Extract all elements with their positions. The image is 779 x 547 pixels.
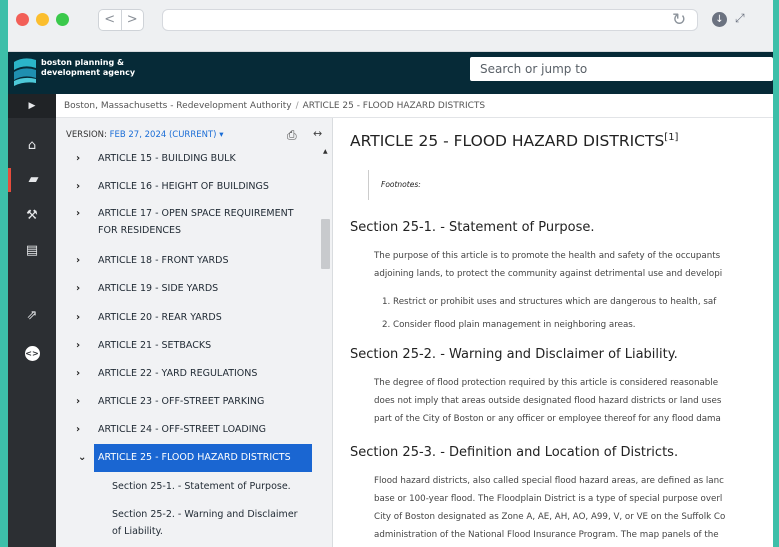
paragraph-line: The degree of flood protection required … <box>374 378 719 388</box>
toc-item[interactable]: › ARTICLE 19 - SIDE YARDS <box>72 280 317 297</box>
history-nav: < > <box>98 9 144 31</box>
print-icon[interactable]: ⎙ <box>287 128 297 143</box>
toc-subitem[interactable]: Section 25-2. - Warning and Disclaimer o… <box>112 506 312 540</box>
reload-icon[interactable]: ↻ <box>672 10 686 30</box>
resize-width-icon[interactable]: ↔ <box>313 127 322 140</box>
breadcrumb-root[interactable]: Boston, Massachusetts - Redevelopment Au… <box>64 101 292 111</box>
footnote-link[interactable]: [1] <box>664 132 678 143</box>
browser-titlebar: < > ↻ ↓ ⤢ <box>8 0 773 52</box>
paragraph-line: adjoining lands, to protect the communit… <box>374 269 723 279</box>
version-label: VERSION: <box>66 130 107 140</box>
breadcrumb: Boston, Massachusetts - Redevelopment Au… <box>56 94 773 118</box>
page-title-text: ARTICLE 25 - FLOOD HAZARD DISTRICTS <box>350 132 665 151</box>
paragraph-line: does not imply that areas outside design… <box>374 396 722 406</box>
toc-item-selected[interactable]: ARTICLE 25 - FLOOD HAZARD DISTRICTS <box>94 444 312 472</box>
chevron-down-icon[interactable]: ⌄ <box>78 444 86 472</box>
chevron-right-icon: › <box>76 283 81 294</box>
agency-name-line1: boston planning & <box>41 58 124 67</box>
toc-item[interactable]: › ARTICLE 21 - SETBACKS <box>72 337 317 354</box>
document-content: ARTICLE 25 - FLOOD HAZARD DISTRICTS[1] F… <box>334 118 773 547</box>
chevron-right-icon: › <box>76 153 81 164</box>
toc-item-label: ARTICLE 22 - YARD REGULATIONS <box>98 368 258 379</box>
table-of-contents: VERSION: FEB 27, 2024 (CURRENT) ▾ ⎙ ↔ ▲ … <box>56 118 333 547</box>
home-icon[interactable]: ⌂ <box>8 134 56 158</box>
toc-item[interactable]: › ARTICLE 24 - OFF-STREET LOADING <box>72 421 317 438</box>
toc-item-label: ARTICLE 21 - SETBACKS <box>98 340 212 351</box>
toc-subitem[interactable]: Section 25-1. - Statement of Purpose. <box>112 478 312 495</box>
version-caret-icon[interactable]: ▾ <box>219 130 223 140</box>
toc-item-label: ARTICLE 16 - HEIGHT OF BUILDINGS <box>98 181 269 192</box>
list-item: 1. Restrict or prohibit uses and structu… <box>382 297 717 307</box>
toc-item-label: ARTICLE 23 - OFF-STREET PARKING <box>98 396 265 407</box>
chevron-right-icon: › <box>76 181 81 192</box>
toc-item[interactable]: › ARTICLE 17 - OPEN SPACE REQUIREMENT FOR … <box>72 205 317 239</box>
paragraph-line: administration of the National Flood Ins… <box>374 530 719 540</box>
paragraph-line: base or 100-year flood. The Floodplain D… <box>374 494 723 504</box>
code-badge-icon[interactable]: <> <box>8 341 56 365</box>
chevron-right-icon: › <box>76 424 81 435</box>
search-input[interactable]: Search or jump to <box>470 57 773 81</box>
chevron-right-icon: › <box>76 312 81 323</box>
document-icon[interactable]: ▤ <box>8 239 56 263</box>
toc-item-label: ARTICLE 18 - FRONT YARDS <box>98 255 229 266</box>
browser-window: < > ↻ ↓ ⤢ boston planning & development … <box>8 0 773 547</box>
section-heading: Section 25-1. - Statement of Purpose. <box>350 220 595 235</box>
toc-item-label-continued: FOR RESIDENCES <box>98 225 182 236</box>
paragraph-line: part of the City of Boston or any office… <box>374 414 721 424</box>
book-icon[interactable]: ▰ <box>8 168 56 192</box>
scroll-up-arrow[interactable]: ▲ <box>323 148 328 155</box>
paragraph-line: City of Boston designated as Zone A, AE,… <box>374 512 726 522</box>
agency-name-line2: development agency <box>41 68 136 77</box>
forward-button[interactable]: > <box>120 10 144 30</box>
toc-scrollbar-thumb[interactable] <box>321 219 330 269</box>
chevron-right-icon: › <box>76 368 81 379</box>
section-heading: Section 25-2. - Warning and Disclaimer o… <box>350 347 678 362</box>
toc-item[interactable]: › ARTICLE 23 - OFF-STREET PARKING <box>72 393 317 410</box>
chevron-right-icon: › <box>76 208 81 219</box>
gavel-icon[interactable]: ⚒ <box>8 204 56 228</box>
version-value[interactable]: FEB 27, 2024 (CURRENT) <box>110 130 217 140</box>
toc-item-label: ARTICLE 15 - BUILDING BULK <box>98 153 236 164</box>
list-item: 2. Consider flood plain management in ne… <box>382 320 636 330</box>
bpda-logo-icon[interactable] <box>12 56 38 86</box>
chevron-right-icon: › <box>76 396 81 407</box>
toc-item[interactable]: › ARTICLE 20 - REAR YARDS <box>72 309 317 326</box>
app-header: boston planning & development agency Sea… <box>8 52 773 94</box>
toc-item[interactable]: › ARTICLE 15 - BUILDING BULK <box>72 150 317 167</box>
toc-item-label: ARTICLE 17 - OPEN SPACE REQUIREMENT <box>98 208 294 219</box>
toc-subitem-label-continued: of Liability. <box>112 526 163 537</box>
back-button[interactable]: < <box>99 10 121 30</box>
section-heading: Section 25-3. - Definition and Location … <box>350 445 679 460</box>
toc-item[interactable]: › ARTICLE 22 - YARD REGULATIONS <box>72 365 317 382</box>
toc-item-label: ARTICLE 19 - SIDE YARDS <box>98 283 219 294</box>
paragraph-line: Flood hazard districts, also called spec… <box>374 476 724 486</box>
toc-item[interactable]: › ARTICLE 18 - FRONT YARDS <box>72 252 317 269</box>
maximize-window-button[interactable] <box>56 13 69 26</box>
address-bar[interactable] <box>162 9 698 31</box>
breadcrumb-separator: / <box>295 101 299 111</box>
external-link-icon[interactable]: ⇗ <box>8 304 56 328</box>
close-window-button[interactable] <box>16 13 29 26</box>
expand-icon[interactable]: ⤢ <box>735 11 745 26</box>
toc-item-label: ARTICLE 24 - OFF-STREET LOADING <box>98 424 266 435</box>
chevron-right-icon: › <box>76 340 81 351</box>
page-title: ARTICLE 25 - FLOOD HAZARD DISTRICTS[1] <box>350 132 678 150</box>
paragraph-line: The purpose of this article is to promot… <box>374 251 721 261</box>
agency-name[interactable]: boston planning & development agency <box>41 58 171 78</box>
footnotes-block: Footnotes: <box>368 170 421 200</box>
minimize-window-button[interactable] <box>36 13 49 26</box>
chevron-right-icon: › <box>76 255 81 266</box>
download-icon[interactable]: ↓ <box>712 12 727 27</box>
toc-subitem-label: Section 25-2. - Warning and Disclaimer <box>112 509 298 520</box>
icon-rail: ▶ ⌂ ▰ ⚒ ▤ ⇗ <> <box>8 94 56 547</box>
toc-item[interactable]: › ARTICLE 16 - HEIGHT OF BUILDINGS <box>72 178 317 195</box>
version-selector[interactable]: VERSION: FEB 27, 2024 (CURRENT) ▾ <box>66 130 223 140</box>
breadcrumb-current: ARTICLE 25 - FLOOD HAZARD DISTRICTS <box>302 101 486 111</box>
expand-caret-icon[interactable]: ▶ <box>8 94 56 118</box>
toc-item-label: ARTICLE 20 - REAR YARDS <box>98 312 222 323</box>
